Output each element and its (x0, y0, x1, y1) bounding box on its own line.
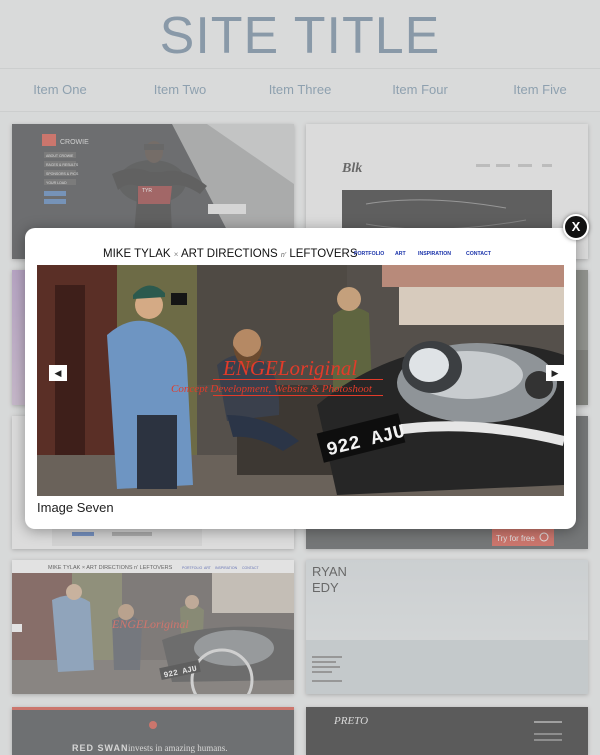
photo-headline: ENGELoriginal (222, 356, 357, 380)
lightbox-photo: MIKE TYLAK × ART DIRECTIONS n' LEFTOVERS… (37, 238, 564, 496)
slide-indicators (55, 488, 73, 496)
lightbox-header-title: MIKE TYLAK × ART DIRECTIONS n' LEFTOVERS (103, 248, 358, 260)
chevron-right-icon: ▶ (551, 368, 559, 378)
lightbox-nav-contact: CONTACT (466, 251, 492, 257)
lightbox-nav-art: ART (395, 251, 406, 257)
prev-image-button[interactable]: ◀ (49, 365, 67, 381)
lightbox-modal: MIKE TYLAK × ART DIRECTIONS n' LEFTOVERS… (25, 228, 576, 529)
lightbox-image: MIKE TYLAK × ART DIRECTIONS n' LEFTOVERS… (37, 238, 564, 496)
lightbox-caption: Image Seven (37, 500, 114, 515)
close-button[interactable]: X (563, 214, 589, 240)
close-icon: X (571, 219, 581, 234)
lightbox-nav-portfolio: PORTFOLIO (354, 251, 384, 257)
chevron-left-icon: ◀ (54, 368, 62, 378)
lightbox-nav-inspiration: INSPIRATION (418, 251, 451, 257)
next-image-button[interactable]: ▶ (546, 365, 564, 381)
photo-subline: Concept Development, Website & Photoshoo… (171, 383, 373, 395)
